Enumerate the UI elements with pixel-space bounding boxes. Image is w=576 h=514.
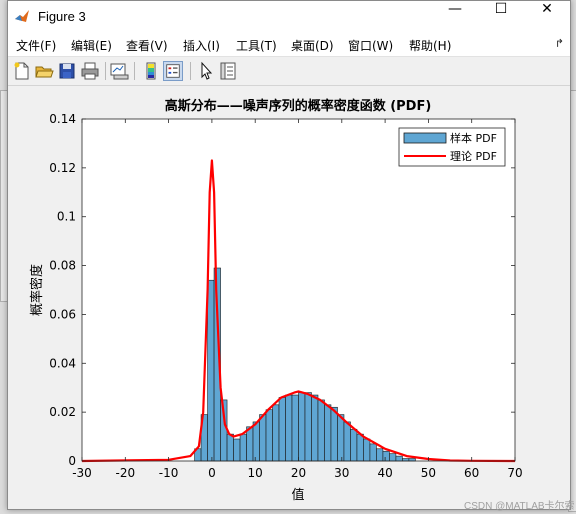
x-tick-label: -20	[115, 466, 135, 480]
x-axis-label: 值	[291, 487, 304, 503]
histogram-bar	[285, 394, 293, 462]
matlab-logo-icon	[15, 10, 29, 22]
histogram-bar	[272, 404, 280, 462]
x-tick-label: 10	[248, 466, 263, 480]
menu-desktop[interactable]: 桌面(D)	[291, 37, 334, 54]
y-tick-label: 0.08	[49, 259, 76, 273]
new-figure-icon[interactable]	[12, 61, 32, 81]
histogram-bar	[376, 448, 384, 462]
histogram-bar	[350, 428, 358, 462]
pointer-icon[interactable]	[196, 61, 216, 81]
menu-window[interactable]: 窗口(W)	[348, 37, 393, 54]
histogram-bar	[259, 414, 267, 462]
print-icon[interactable]	[80, 61, 100, 81]
histogram-bar	[324, 404, 332, 462]
y-tick-label: 0.04	[49, 356, 76, 370]
watermark: CSDN @MATLAB卡尔索	[464, 501, 575, 512]
x-tick-label: -10	[159, 466, 179, 480]
menu-edit[interactable]: 编辑(E)	[71, 37, 112, 54]
minimize-button[interactable]: —	[432, 1, 478, 32]
toolbar	[8, 57, 570, 86]
toolbar-separator	[134, 62, 135, 80]
legend[interactable]: 样本 PDF 理论 PDF	[398, 127, 506, 167]
open-icon[interactable]	[34, 61, 54, 81]
x-tick-label: 70	[507, 466, 522, 480]
histogram-bar	[265, 409, 273, 462]
histogram-bar	[363, 438, 371, 462]
x-tick-label: 40	[377, 466, 392, 480]
y-tick-label: 0.12	[49, 161, 76, 175]
menu-bar: 文件(F) 编辑(E) 查看(V) 插入(I) 工具(T) 桌面(D) 窗口(W…	[8, 32, 570, 57]
histogram-bar	[291, 394, 299, 462]
menu-help[interactable]: 帮助(H)	[409, 37, 451, 54]
menu-insert[interactable]: 插入(I)	[183, 37, 220, 54]
legend-label-theory: 理论 PDF	[450, 149, 497, 163]
y-tick-label: 0	[68, 454, 76, 468]
histogram-bar	[311, 394, 319, 462]
pdf-histogram-chart: 高斯分布——噪声序列的概率密度函数 (PDF) -30 -20 -10 0 10 20 30…	[29, 98, 523, 503]
histogram-bar	[382, 450, 390, 462]
menu-tools[interactable]: 工具(T)	[236, 37, 277, 54]
legend-swatch-sample	[403, 132, 447, 144]
histogram-bar	[343, 421, 351, 462]
toolbar-separator	[190, 62, 191, 80]
menu-view[interactable]: 查看(V)	[126, 37, 168, 54]
menu-overflow-icon[interactable]: ↱	[555, 37, 564, 50]
figure-canvas: 高斯分布——噪声序列的概率密度函数 (PDF) -30 -20 -10 0 10 20 30…	[8, 86, 570, 509]
x-tick-label: 20	[291, 466, 306, 480]
colorbar-icon[interactable]	[141, 61, 161, 81]
link-plot-icon[interactable]	[109, 61, 129, 81]
x-tick-label: 0	[208, 466, 216, 480]
histogram-bar	[239, 433, 247, 462]
histogram-bar	[226, 433, 234, 462]
histogram-bar	[278, 397, 286, 462]
y-axis-label: 概率密度	[29, 264, 45, 316]
legend-icon[interactable]	[163, 61, 183, 81]
histogram-bar	[298, 392, 306, 462]
x-tick-label: -30	[72, 466, 92, 480]
histogram-bar	[317, 399, 325, 462]
x-tick-label: 60	[464, 466, 479, 480]
y-tick-label: 0.06	[49, 307, 76, 321]
histogram-bar	[369, 443, 377, 462]
legend-label-sample: 样本 PDF	[450, 131, 497, 145]
menu-file[interactable]: 文件(F)	[16, 37, 56, 54]
close-button[interactable]: ✕	[524, 1, 570, 32]
histogram-bar	[356, 433, 364, 462]
x-tick-label: 30	[334, 466, 349, 480]
histogram-bar	[337, 414, 345, 462]
histogram-bar	[246, 426, 254, 462]
histogram-bar	[207, 279, 215, 462]
title-bar: Figure 3 — ☐ ✕	[8, 1, 570, 32]
y-tick-label: 0.1	[57, 210, 76, 224]
histogram-bar	[233, 438, 241, 462]
maximize-button[interactable]: ☐	[478, 1, 524, 32]
x-tick-label: 50	[421, 466, 436, 480]
histogram-bar	[252, 421, 260, 462]
histogram-bar	[395, 455, 403, 462]
histogram-bar	[330, 406, 338, 462]
figure-window: Figure 3 — ☐ ✕ 文件(F) 编辑(E) 查看(V) 插入(I) 工…	[7, 0, 571, 510]
histogram-bar	[304, 392, 312, 462]
histogram-bar	[389, 453, 397, 462]
y-tick-label: 0.14	[49, 112, 76, 126]
y-tick-label: 0.02	[49, 405, 76, 419]
property-editor-icon[interactable]	[218, 61, 238, 81]
save-icon[interactable]	[57, 61, 77, 81]
chart-title: 高斯分布——噪声序列的概率密度函数 (PDF)	[165, 98, 432, 114]
window-title: Figure 3	[38, 9, 86, 24]
toolbar-separator	[105, 62, 106, 80]
